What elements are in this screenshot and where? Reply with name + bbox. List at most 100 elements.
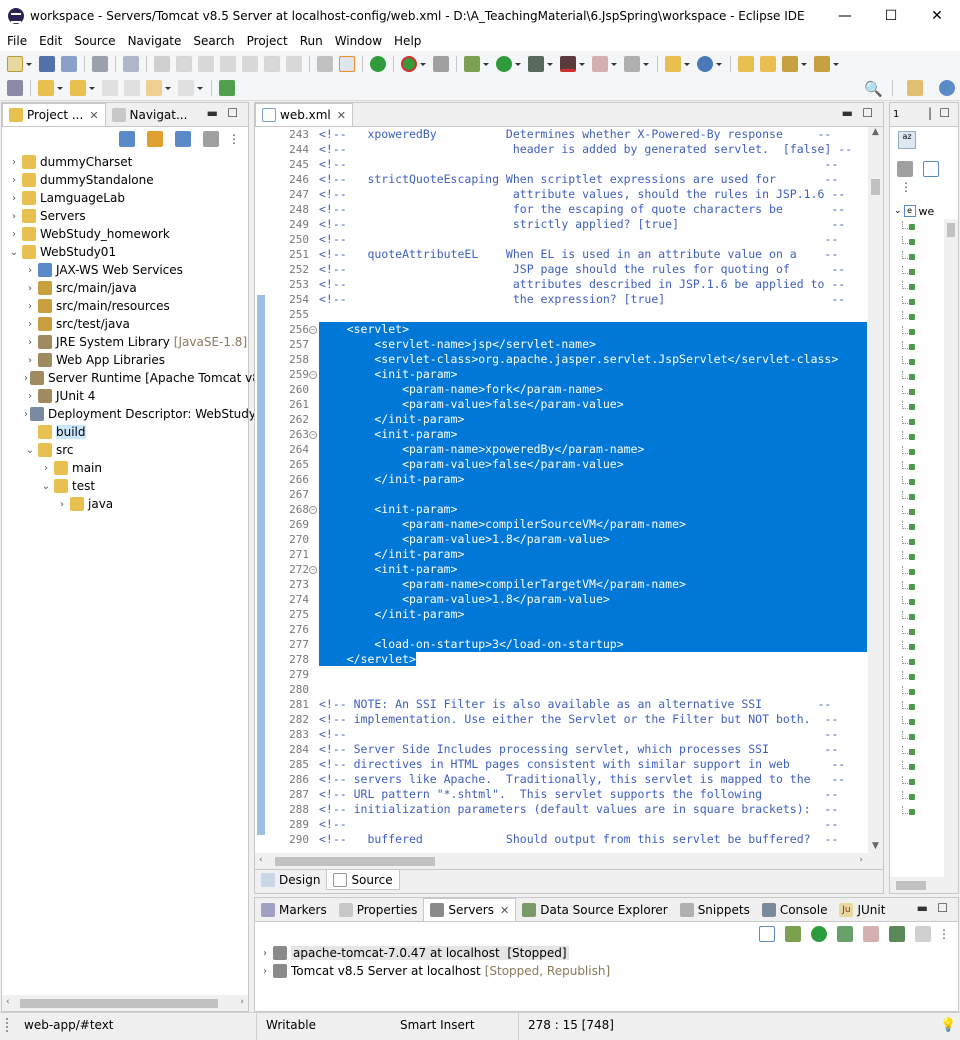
tree-item[interactable]: › JAX-WS Web Services [2,261,248,279]
code-line[interactable]: <!-- directives in HTML pages consistent… [319,757,867,772]
hide-fields-icon[interactable] [897,161,913,177]
tab-navigator[interactable]: Navigat... [106,103,194,126]
tab-console[interactable]: Console [756,898,834,921]
code-line[interactable]: <!-- URL pattern "*.shtml". This servlet… [319,787,867,802]
maximize-view-icon[interactable]: ☐ [227,106,238,120]
code-line[interactable]: <!-- buffered Should output from this se… [319,832,867,847]
disconnect-icon[interactable] [220,55,236,72]
code-line[interactable]: </init-param> [319,472,867,487]
code-line[interactable]: <param-name>fork</param-name> [319,382,867,397]
code-line[interactable]: <load-on-startup>3</load-on-startup> [319,637,867,652]
start-server-button-icon[interactable] [811,926,827,942]
expand-arrow-icon[interactable]: › [24,409,28,420]
collapse-arrow-icon[interactable]: ⌄ [40,481,52,492]
expand-arrow-icon[interactable]: › [8,211,20,222]
minimize-button[interactable]: — [822,0,868,31]
run-icon[interactable] [496,55,512,72]
code-line[interactable]: <!-- header is added by generated servle… [319,142,867,157]
server-row[interactable]: › apache-tomcat-7.0.47 at localhost [Sto… [259,944,958,962]
explorer-horizontal-scrollbar[interactable]: ‹ › [2,995,248,1011]
code-line[interactable] [319,487,867,502]
java-ee-perspective-icon[interactable] [939,80,955,96]
code-lines[interactable]: <!-- xpoweredBy Determines whether X-Pow… [319,127,867,853]
tree-item[interactable]: › main [2,459,248,477]
menu-navigate[interactable]: Navigate [121,34,187,48]
code-line[interactable]: <servlet> [319,322,867,337]
fold-toggle-icon[interactable]: − [309,506,317,514]
code-line[interactable]: <!-- for the escaping of quote character… [319,202,867,217]
new-class-icon[interactable] [697,55,713,72]
toggle-breadcrumb-icon[interactable] [7,80,23,96]
run-external-tools-icon[interactable] [560,55,576,72]
stop-server-icon[interactable] [863,926,879,942]
tree-item[interactable]: › java [2,495,248,513]
tab-design[interactable]: Design [255,870,326,890]
code-line[interactable]: <servlet-class>org.apache.jasper.servlet… [319,352,867,367]
code-line[interactable]: <!-- implementation. Use either the Serv… [319,712,867,727]
search-tool-icon[interactable] [782,55,798,72]
code-line[interactable] [319,682,867,697]
tree-item[interactable]: › Server Runtime [Apache Tomcat v8 [2,369,260,387]
fold-toggle-icon[interactable]: − [309,371,317,379]
open-perspective-icon[interactable] [907,80,923,96]
publish-server-icon[interactable] [889,926,905,942]
maximize-button[interactable]: ☐ [868,0,914,31]
collapse-outline-icon[interactable] [922,161,939,177]
code-line[interactable]: <init-param> [319,427,867,442]
collapse-arrow-icon[interactable]: ⌄ [8,247,20,258]
editor-vertical-scrollbar[interactable]: ▲ ▼ [868,127,883,853]
new-icon[interactable] [7,55,23,72]
code-line[interactable]: <init-param> [319,367,867,382]
code-line[interactable]: <!-- servers like Apache. Traditionally,… [319,772,867,787]
minimize-servers-icon[interactable]: ▬ [917,901,928,915]
outline-root-item[interactable]: ⌄ e we [894,203,934,219]
tab-markers[interactable]: Markers [255,898,333,921]
code-line[interactable]: <!-- Server Side Includes processing ser… [319,742,867,757]
fold-toggle-icon[interactable]: − [309,326,317,334]
open-task-icon[interactable] [760,55,776,72]
republish-icon[interactable] [401,55,417,72]
tree-item[interactable]: › WebStudy_homework [2,225,248,243]
back-icon[interactable] [146,80,162,96]
close-servers-icon[interactable]: ✕ [500,904,509,917]
pin-editor-icon[interactable] [814,55,830,72]
code-line[interactable]: <param-value>false</param-value> [319,397,867,412]
tab-servers[interactable]: Servers ✕ [423,898,517,921]
code-line[interactable]: </init-param> [319,547,867,562]
tree-item[interactable]: › Web App Libraries [2,351,248,369]
editor-horizontal-scrollbar[interactable]: ‹ › [255,853,883,869]
code-line[interactable]: <!-- -- [319,817,867,832]
code-line[interactable]: <!-- attribute values, should the rules … [319,187,867,202]
maximize-outline-icon[interactable]: ☐ [939,106,950,120]
suspend-icon[interactable] [176,55,192,72]
menu-file[interactable]: File [0,34,32,48]
open-type-icon[interactable] [738,55,754,72]
code-line[interactable]: <!-- -- [319,232,867,247]
forward-history-icon[interactable] [124,80,140,96]
tree-item[interactable]: › src/main/resources [2,297,248,315]
expand-arrow-icon[interactable]: › [24,319,36,330]
tree-item[interactable]: › JRE System Library [JavaSE-1.8] [2,333,248,351]
menu-run[interactable]: Run [293,34,328,48]
code-line[interactable]: <!-- NOTE: An SSI Filter is also availab… [319,697,867,712]
view-options-icon[interactable] [203,131,219,147]
tab-web-xml[interactable]: web.xml ✕ [255,103,353,126]
tab-source[interactable]: Source [326,870,400,890]
fold-toggle-icon[interactable]: − [309,566,317,574]
tree-item[interactable]: › JUnit 4 [2,387,248,405]
use-step-filters-icon[interactable] [339,55,355,72]
start-server-icon[interactable] [370,55,386,72]
tip-lightbulb-icon[interactable]: 💡 [940,1018,956,1033]
code-line[interactable]: <!-- the expression? [true] -- [319,292,867,307]
expand-arrow-icon[interactable]: › [24,301,36,312]
tree-item[interactable]: › Deployment Descriptor: WebStudy0 [2,405,264,423]
ant-icon[interactable] [433,55,449,72]
code-line[interactable] [319,667,867,682]
save-all-icon[interactable] [61,55,77,72]
tab-outline[interactable]: 1 [890,103,902,126]
step-over-icon[interactable] [264,55,280,72]
tab-junit[interactable]: Ju JUnit [833,898,891,921]
collapse-all-icon[interactable] [119,131,135,147]
debug-icon[interactable] [464,55,480,72]
expand-arrow-icon[interactable]: › [24,283,36,294]
